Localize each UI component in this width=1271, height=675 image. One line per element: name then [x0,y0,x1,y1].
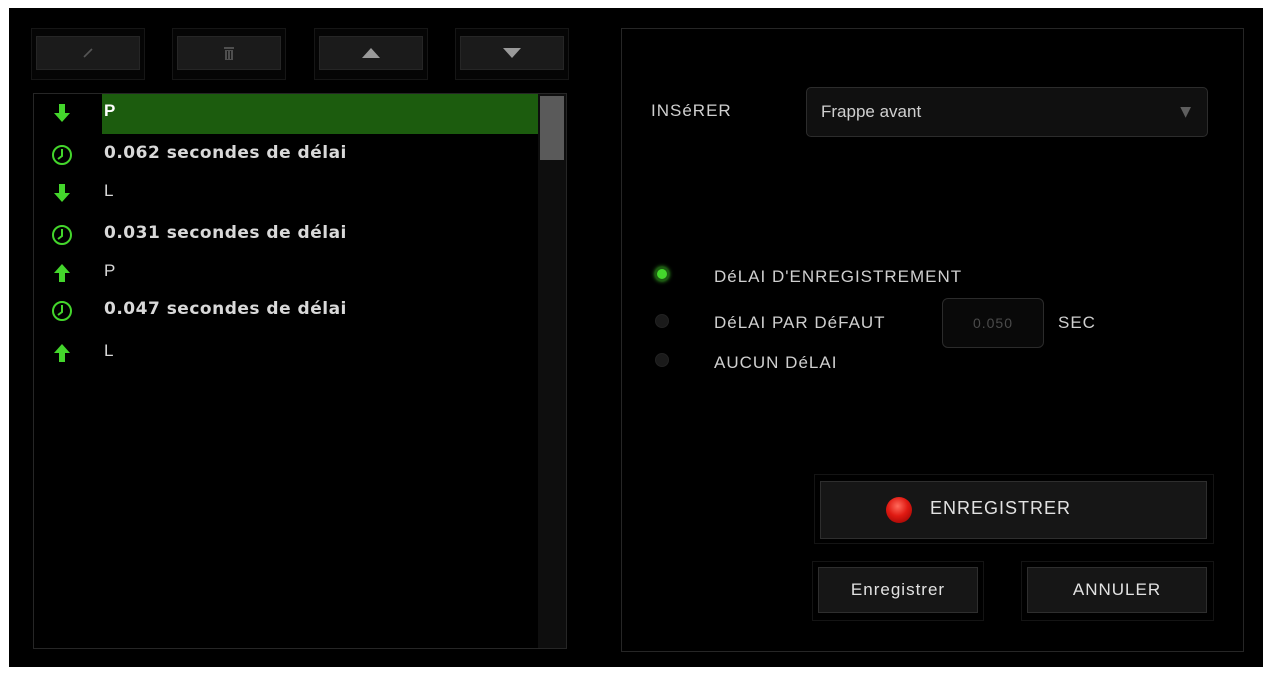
delete-button[interactable] [177,36,281,70]
scrollbar-track[interactable] [538,94,566,648]
triangle-down-icon [503,48,521,58]
record-button-label: ENREGISTRER [930,498,1072,518]
macro-item-text: 0.047 secondes de délai [104,299,347,319]
trash-icon [224,47,234,60]
radio-record-delay[interactable] [655,267,669,281]
insert-label: INSéRER [651,101,732,120]
radio-no-delay[interactable] [655,353,669,367]
cancel-button[interactable]: ANNULER [1027,567,1207,613]
chevron-down-icon: ▼ [1180,104,1191,120]
arrow-down-icon [54,184,70,202]
macro-item-text: L [104,341,114,360]
macro-item-text: P [104,101,116,120]
insert-dropdown-value: Frappe avant [821,102,922,121]
arrow-up-icon [54,344,70,362]
clock-icon [52,225,72,245]
default-delay-label: DéLAI PAR DéFAUT [714,313,886,332]
delay-unit-label: SEC [1058,313,1096,332]
arrow-down-icon [54,104,70,122]
macro-item-text: P [104,261,116,280]
move-down-button-frame [455,28,569,80]
macro-item-text: L [104,181,114,200]
macro-list-item[interactable]: 0.031 secondes de délai [34,216,538,254]
scrollbar-thumb[interactable] [540,96,564,160]
edit-button[interactable] [36,36,140,70]
pencil-icon [83,48,93,58]
arrow-up-icon [54,264,70,282]
record-icon [886,497,912,523]
clock-icon [52,145,72,165]
clock-icon [52,301,72,321]
move-up-button[interactable] [319,36,423,70]
macro-list[interactable]: P 0.062 secondes de délai L 0.031 second… [33,93,567,649]
no-delay-label: AUCUN DéLAI [714,353,838,372]
triangle-up-icon [362,48,380,58]
radio-default-delay[interactable] [655,314,669,328]
move-down-button[interactable] [460,36,564,70]
macro-list-item[interactable]: P [34,254,538,292]
selection-highlight [102,94,538,134]
macro-list-item[interactable]: 0.047 secondes de délai [34,292,538,330]
record-delay-label: DéLAI D'ENREGISTREMENT [714,267,963,286]
default-delay-input[interactable]: 0.050 [942,298,1044,348]
insert-dropdown[interactable]: Frappe avant ▼ [806,87,1208,137]
macro-list-item[interactable]: L [34,334,538,372]
delete-button-frame [172,28,286,80]
edit-button-frame [31,28,145,80]
macro-list-item[interactable]: P [34,94,538,134]
macro-item-text: 0.062 secondes de délai [104,143,347,163]
macro-list-item[interactable]: 0.062 secondes de délai [34,136,538,174]
macro-list-item[interactable]: L [34,174,538,212]
save-button[interactable]: Enregistrer [818,567,978,613]
macro-item-text: 0.031 secondes de délai [104,223,347,243]
move-up-button-frame [314,28,428,80]
